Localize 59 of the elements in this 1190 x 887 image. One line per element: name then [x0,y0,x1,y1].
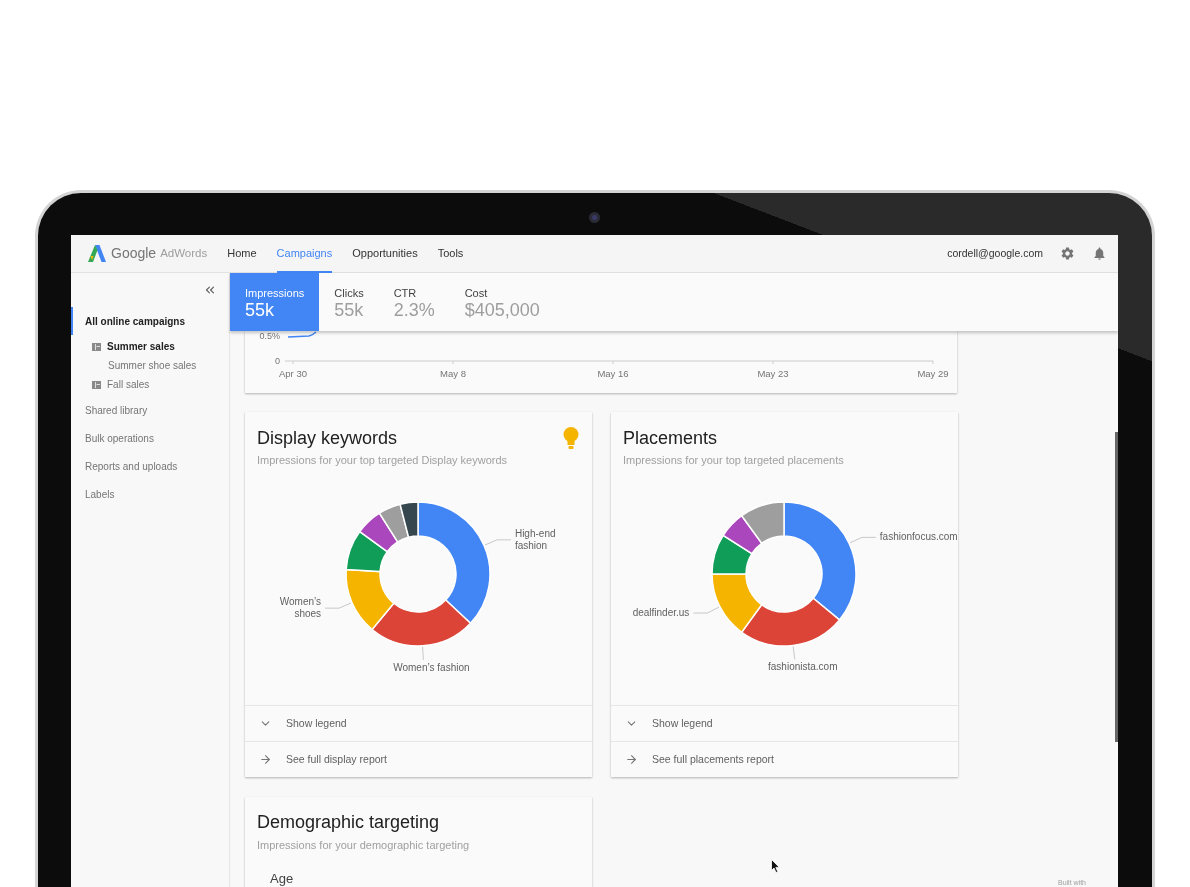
axis-label: 0.5% [259,331,280,341]
nav-tab[interactable]: Opportunities [352,235,418,273]
axis-label: May 16 [597,368,629,379]
product-name: AdWords [160,245,208,261]
sidebar-item[interactable]: Reports and uploads [71,452,229,480]
grid-icon [92,342,101,351]
axis-label: Apr 30 [279,368,307,379]
grid-icon [92,380,101,389]
mouse-pointer-icon [771,859,780,873]
slice-label: fashionista.com [768,661,838,674]
card-title: Placements [623,428,719,448]
campaign-item[interactable]: Summer sales [71,337,229,356]
webcam-icon [589,211,600,223]
axis-label: 0 [275,356,280,366]
slice-label: dealfinder.us [632,607,690,620]
axis-label: May 23 [757,368,789,379]
card-title: Demographic targeting [257,812,440,832]
account-email[interactable]: cordell@google.com [947,245,1043,262]
notifications-icon[interactable] [1092,246,1107,261]
card-subtitle: Impressions for your top targeted Display keywords [257,454,508,467]
trend-line [287,331,317,338]
ad-group-item[interactable]: Summer shoe sales [71,356,229,375]
leader-line [422,646,424,661]
logo-icon [88,245,106,262]
show-legend-button[interactable]: Show legend [611,705,958,741]
nav-tab[interactable]: Home [227,235,257,273]
leader-line [849,536,877,544]
scrollbar[interactable] [1115,432,1118,742]
leader-line [484,539,512,546]
report-link[interactable]: See full display report [245,741,592,777]
metric-tab[interactable]: CTR 2.3% [378,273,450,331]
show-legend-button[interactable]: Show legend [245,705,592,741]
slice-label: High-end fashion [514,527,557,552]
card-subtitle: Impressions for your top targeted placements [623,454,844,467]
metric-tab[interactable]: Cost $405,000 [449,273,555,331]
section-label: Age [270,872,294,886]
axis-label: May 8 [440,368,466,379]
collapse-icon[interactable] [203,283,217,297]
slice-label: Women’s shoes [278,596,322,621]
card-subtitle: Impressions for your demographic targeting [257,839,470,852]
arrow-right-icon [259,753,272,766]
leader-line [324,602,352,609]
sidebar-item[interactable]: Shared library [71,396,229,424]
leader-line [692,606,720,614]
metric-tab[interactable]: Clicks 55k [319,273,379,331]
arrow-right-icon [625,753,638,766]
card-title: Display keywords [257,428,399,448]
nav-tab[interactable]: Tools [437,235,464,273]
leader-line [792,645,796,660]
metric-tab[interactable]: Impressions 55k [230,273,320,331]
report-link[interactable]: See full placements report [611,741,958,777]
slice-label: Women’s fashion [393,661,470,674]
campaign-item[interactable]: Fall sales [71,375,229,394]
slice-label: fashionfocus.com [879,531,958,544]
settings-icon[interactable] [1060,246,1075,261]
axis-label: May 29 [917,368,949,379]
sidebar-item[interactable]: Bulk operations [71,424,229,452]
brand-name: Google [111,244,157,263]
sidebar-item[interactable]: Labels [71,480,229,508]
